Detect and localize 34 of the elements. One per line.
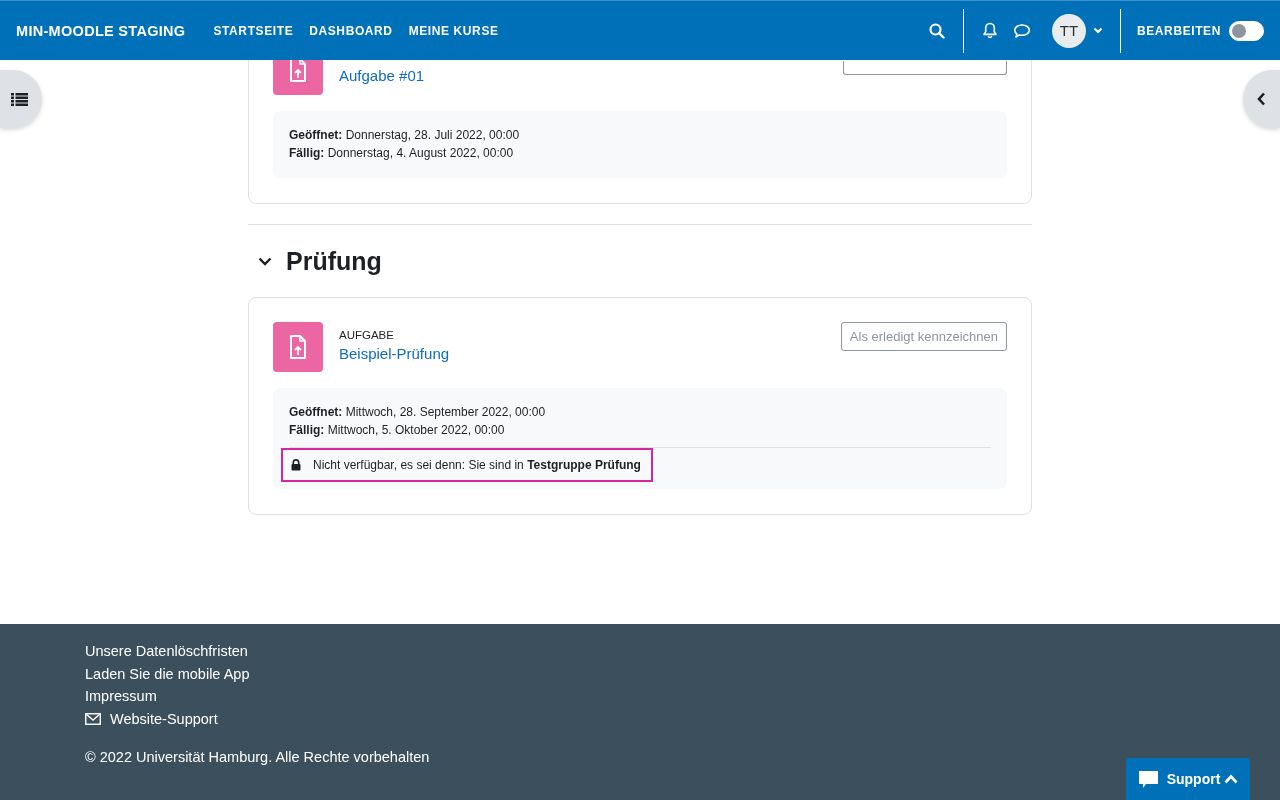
envelope-icon <box>85 712 101 725</box>
footer-link[interactable]: Impressum <box>85 685 157 708</box>
support-button[interactable]: Support <box>1126 758 1250 800</box>
file-upload-icon <box>273 322 323 372</box>
activity-link[interactable]: Aufgabe #01 <box>339 67 843 84</box>
section-title: Prüfung <box>286 246 382 276</box>
nav-link[interactable]: DASHBOARD <box>301 23 401 38</box>
footer-link[interactable]: Laden Sie die mobile App <box>85 662 250 685</box>
copyright-text: © 2022 Universität Hamburg. Alle Rechte vorbehalten <box>85 748 431 767</box>
list-icon <box>11 92 28 106</box>
mark-done-button[interactable]: Als erledigt kennzeichnen <box>840 322 1007 351</box>
course-index-toggle[interactable] <box>0 70 42 128</box>
chevron-down-icon[interactable] <box>258 256 272 266</box>
footer-link[interactable]: Unsere Datenlöschfristen <box>85 640 248 663</box>
activity-link[interactable]: Beispiel-Prüfung <box>339 345 841 362</box>
mark-done-button[interactable] <box>843 61 1007 75</box>
edit-mode-label: BEARBEITEN <box>1137 23 1221 38</box>
lock-icon <box>291 459 301 471</box>
chevron-left-icon <box>1257 92 1266 106</box>
activity-type: AUFGABE <box>339 329 395 341</box>
speech-bubble-icon <box>1137 769 1159 789</box>
nav-link[interactable]: STARTSEITE <box>205 23 302 38</box>
support-link[interactable]: Website-Support <box>85 707 218 730</box>
date-info: Geöffnet: Donnerstag, 28. Juli 2022, 00:00 <box>289 127 521 144</box>
date-info: Fällig: Donnerstag, 4. August 2022, 00:00 <box>289 145 515 162</box>
restriction-text: Nicht verfügbar, es sei denn: Sie sind in Testgruppe Prüfung <box>313 458 641 472</box>
date-info: Geöffnet: Mittwoch, 28. September 2022, 00:00 <box>289 404 547 421</box>
edit-mode-toggle[interactable] <box>1229 20 1264 41</box>
user-avatar[interactable]: TT <box>1052 13 1086 48</box>
site-name[interactable]: MIN-MOODLE STAGING <box>16 22 186 39</box>
block-drawer-toggle[interactable] <box>1243 70 1280 128</box>
nav-link[interactable]: MEINE KURSE <box>400 23 507 38</box>
caret-up-icon <box>1224 774 1239 784</box>
date-info: Fällig: Mittwoch, 5. Oktober 2022, 00:00 <box>289 422 506 439</box>
